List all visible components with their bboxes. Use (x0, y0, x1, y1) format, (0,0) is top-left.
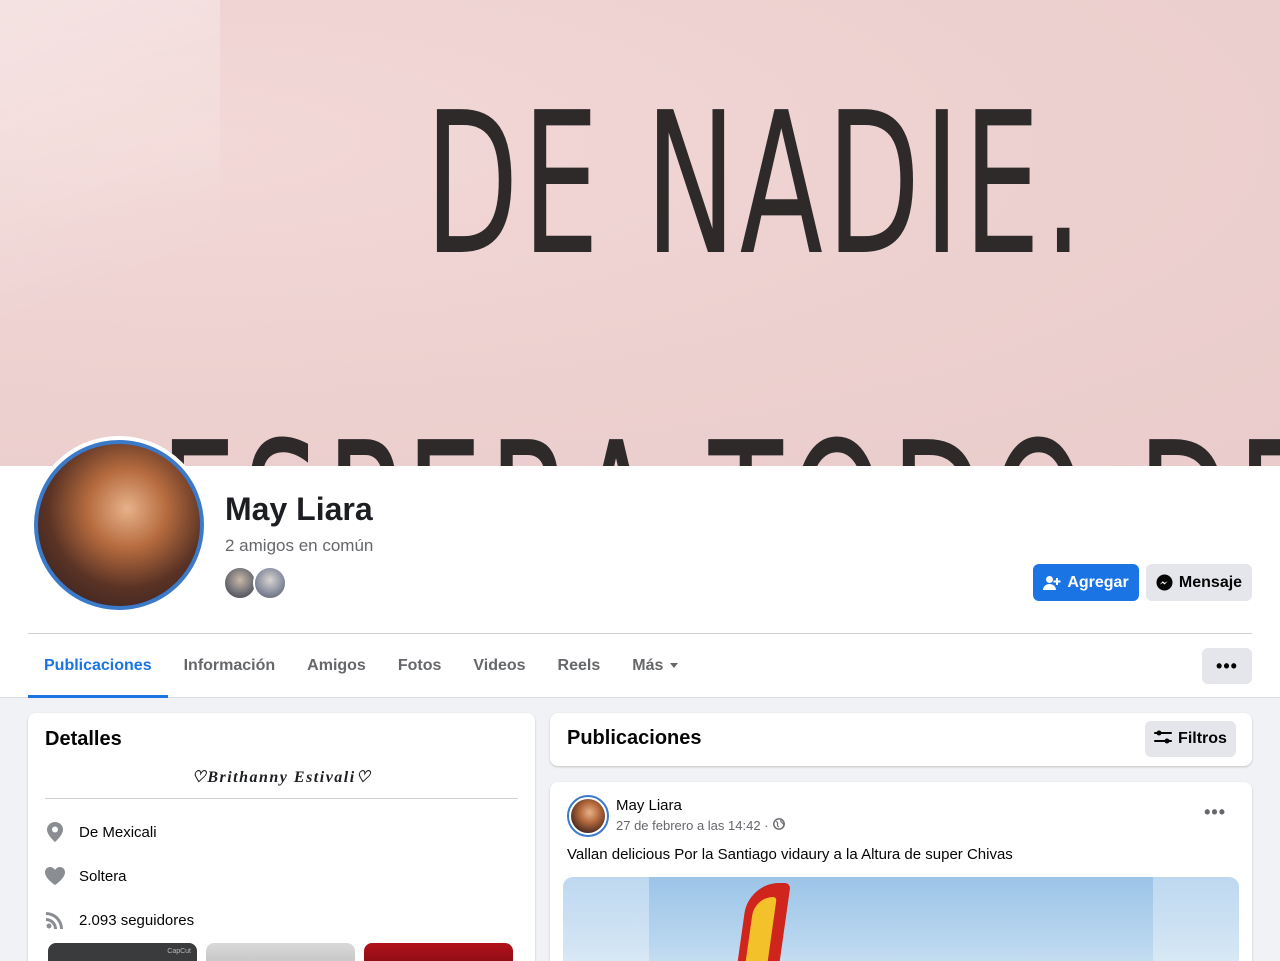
profile-tabs: Publicaciones Información Amigos Fotos V… (28, 634, 694, 698)
tab-label: Amigos (307, 656, 366, 674)
mutual-friends-count[interactable]: 2 amigos en común (225, 536, 373, 556)
post-author-avatar-image (571, 799, 605, 833)
capcut-label: CapCut (167, 948, 191, 955)
message-button[interactable]: Mensaje (1146, 564, 1252, 601)
mutual-friend-avatar[interactable] (253, 566, 287, 600)
detail-relationship-text: Soltera (79, 867, 127, 885)
add-friend-label: Agregar (1067, 573, 1129, 591)
profile-name: May Liara (225, 491, 373, 527)
post-options-button[interactable]: ••• (1204, 802, 1226, 823)
heart-icon (45, 866, 65, 886)
messenger-icon (1156, 574, 1173, 591)
post-text: Vallan delicious Por la Santiago vidaury… (567, 846, 1013, 863)
filters-label: Filtros (1178, 730, 1227, 747)
cover-text-line1: DE NADIE. (425, 71, 1087, 299)
tab-label: Reels (557, 656, 601, 674)
add-friend-button[interactable]: Agregar (1033, 564, 1139, 601)
post-image[interactable] (563, 877, 1239, 961)
bio-divider (45, 798, 518, 799)
mutual-friend-avatars (223, 566, 293, 600)
post-author-name[interactable]: May Liara (616, 797, 682, 814)
filters-button[interactable]: Filtros (1145, 721, 1236, 757)
details-title: Detalles (45, 728, 122, 750)
post-card: May Liara 27 de febrero a las 14:42 · ••… (550, 782, 1252, 961)
image-blur-right (1153, 877, 1239, 961)
detail-prefix: De (79, 823, 99, 841)
posts-header-card: Publicaciones Filtros (550, 713, 1252, 766)
location-pin-icon (45, 822, 65, 842)
followers-icon (45, 910, 65, 930)
cover-photo[interactable]: DE NADIE. ESPERA TODO DE TI (0, 0, 1280, 466)
post-timestamp[interactable]: 27 de febrero a las 14:42 · (616, 818, 769, 833)
tab-label: Publicaciones (44, 656, 152, 674)
featured-photo[interactable] (364, 943, 513, 961)
tab-amigos[interactable]: Amigos (291, 634, 382, 697)
cover-text-line2: ESPERA TODO DE TI (160, 400, 1280, 466)
message-label: Mensaje (1178, 573, 1243, 591)
tab-label: Videos (473, 656, 526, 674)
detail-followers-text[interactable]: 2.093 seguidores (79, 912, 194, 929)
profile-avatar-image (34, 440, 204, 610)
tab-label: Información (183, 656, 276, 674)
more-options-button[interactable]: ••• (1202, 648, 1252, 684)
cover-texture (0, 0, 220, 466)
tab-reels[interactable]: Reels (542, 634, 617, 697)
profile-avatar[interactable] (30, 436, 208, 614)
detail-followers: 2.093 seguidores (45, 910, 194, 930)
tab-label: Más (632, 656, 664, 674)
detail-value[interactable]: Mexicali (102, 824, 156, 841)
featured-photo[interactable] (206, 943, 355, 961)
caret-down-icon (670, 663, 679, 668)
bio-text: ♡Brithanny Estivali♡ (191, 769, 372, 786)
tab-publicaciones[interactable]: Publicaciones (28, 634, 168, 698)
globe-icon (772, 818, 785, 833)
tab-label: Fotos (397, 656, 442, 674)
featured-photo[interactable]: CapCut (48, 943, 197, 961)
post-author-avatar[interactable] (567, 795, 609, 837)
tab-fotos[interactable]: Fotos (382, 634, 458, 697)
tab-videos[interactable]: Videos (457, 634, 541, 697)
details-card: Detalles ♡Brithanny Estivali♡ De Mexical… (28, 713, 535, 961)
filter-sliders-icon (1154, 730, 1173, 749)
posts-title: Publicaciones (567, 727, 702, 749)
add-friend-icon (1043, 575, 1061, 591)
post-meta: 27 de febrero a las 14:42 · (616, 818, 785, 833)
mutual-friend-avatar[interactable] (223, 566, 257, 600)
detail-hometown: De Mexicali (45, 822, 157, 842)
detail-hometown-text: De Mexicali (79, 824, 157, 841)
tab-informacion[interactable]: Información (168, 634, 292, 697)
featured-photos: CapCut (48, 943, 518, 961)
tab-mas[interactable]: Más (616, 634, 694, 697)
detail-relationship: Soltera (45, 866, 127, 886)
feather-flag-banner (733, 883, 791, 961)
image-blur-left (563, 877, 649, 961)
